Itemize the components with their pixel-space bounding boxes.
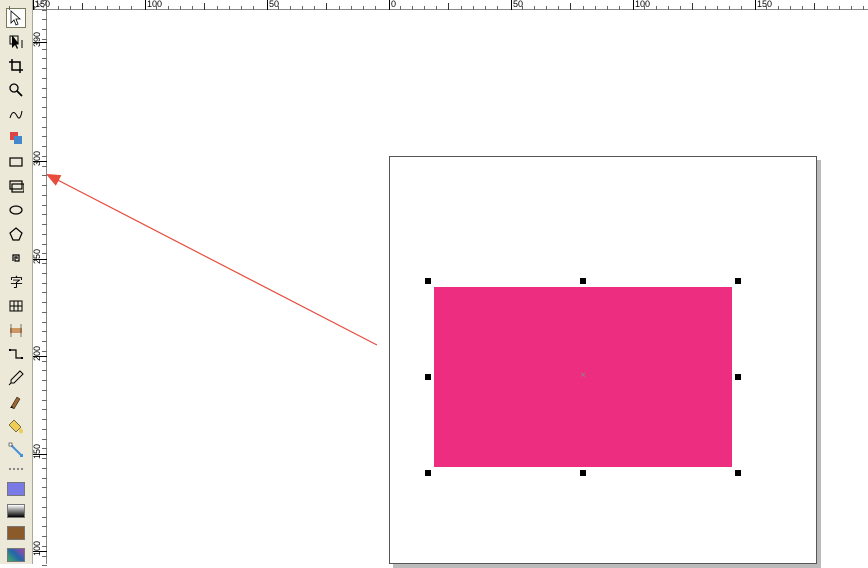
swatch-pattern-2[interactable]: [7, 548, 25, 562]
ellipse-tool[interactable]: [6, 200, 26, 220]
rectangle-f-tool[interactable]: [6, 176, 26, 196]
polygon-tool[interactable]: [6, 224, 26, 244]
selection-center-marker[interactable]: ×: [580, 373, 586, 379]
freehand-tool[interactable]: [6, 104, 26, 124]
selection-handle-mid-right[interactable]: [735, 374, 741, 380]
rectangle-tool[interactable]: [6, 152, 26, 172]
interactive-fill-tool[interactable]: [6, 440, 26, 460]
vertical-ruler[interactable]: 390300250200150100: [33, 10, 47, 564]
outline-pen-tool[interactable]: [6, 392, 26, 412]
dimension-tool[interactable]: [6, 320, 26, 340]
canvas-workarea[interactable]: ×: [47, 10, 868, 564]
selection-handle-top-right[interactable]: [735, 278, 741, 284]
zoom-tool[interactable]: [6, 80, 26, 100]
selection-handle-top-left[interactable]: [425, 278, 431, 284]
text-tool[interactable]: 字: [6, 272, 26, 292]
table-tool[interactable]: [6, 296, 26, 316]
shape-tool[interactable]: [6, 32, 26, 52]
smart-fill-tool[interactable]: [6, 128, 26, 148]
spiral-tool[interactable]: [6, 248, 26, 268]
fill-tool[interactable]: [6, 416, 26, 436]
selection-handle-bot-mid[interactable]: [580, 470, 586, 476]
connector-tool[interactable]: [6, 344, 26, 364]
toolbox: 字: [0, 0, 33, 564]
swatch-gradient[interactable]: [7, 504, 25, 518]
swatch-current-fill[interactable]: [7, 482, 25, 496]
swatch-pattern-1[interactable]: [7, 526, 25, 540]
crop-tool[interactable]: [6, 56, 26, 76]
eyedropper-tool[interactable]: [6, 368, 26, 388]
horizontal-ruler[interactable]: 15010050050100150200: [47, 0, 868, 10]
selection-handle-bot-left[interactable]: [425, 470, 431, 476]
svg-text:字: 字: [10, 275, 23, 290]
selection-handle-bot-right[interactable]: [735, 470, 741, 476]
selection-handle-top-mid[interactable]: [580, 278, 586, 284]
pick-tool[interactable]: [6, 8, 26, 28]
toolbox-separator: [6, 468, 26, 474]
selection-handle-mid-left[interactable]: [425, 374, 431, 380]
